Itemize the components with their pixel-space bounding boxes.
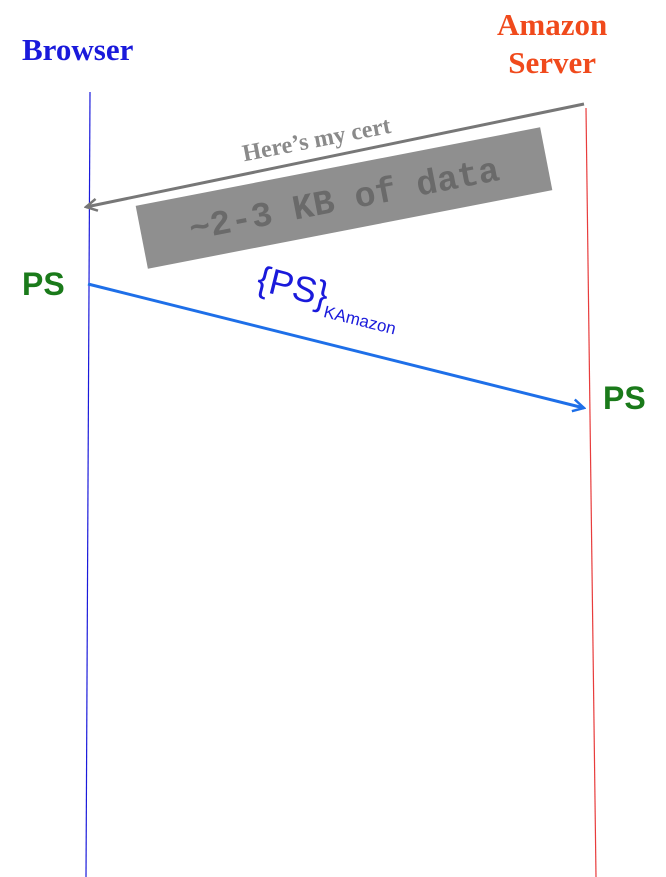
server-label-line2: Server bbox=[508, 45, 596, 80]
server-label-line1: Amazon bbox=[497, 7, 608, 42]
server-label: Amazon Server bbox=[497, 6, 607, 82]
browser-secret-label: PS bbox=[22, 266, 65, 302]
server-secret-label: PS bbox=[603, 380, 646, 416]
svg-text:{PS}KAmazon: {PS}KAmazon bbox=[252, 258, 405, 339]
cert-size-box: ~2-3 KB of data bbox=[135, 127, 553, 269]
ps-message-main: {PS} bbox=[253, 258, 333, 315]
ps-arrow bbox=[87, 282, 584, 408]
ps-message-sub: KAmazon bbox=[322, 302, 398, 338]
ps-message-label: {PS}KAmazon bbox=[252, 258, 405, 339]
sequence-diagram: ~2-3 KB of data Here’s my cert {PS}KAmaz… bbox=[0, 91, 597, 877]
browser-label: Browser bbox=[22, 32, 134, 67]
browser-lifeline bbox=[85, 91, 91, 877]
server-lifeline bbox=[585, 107, 597, 877]
